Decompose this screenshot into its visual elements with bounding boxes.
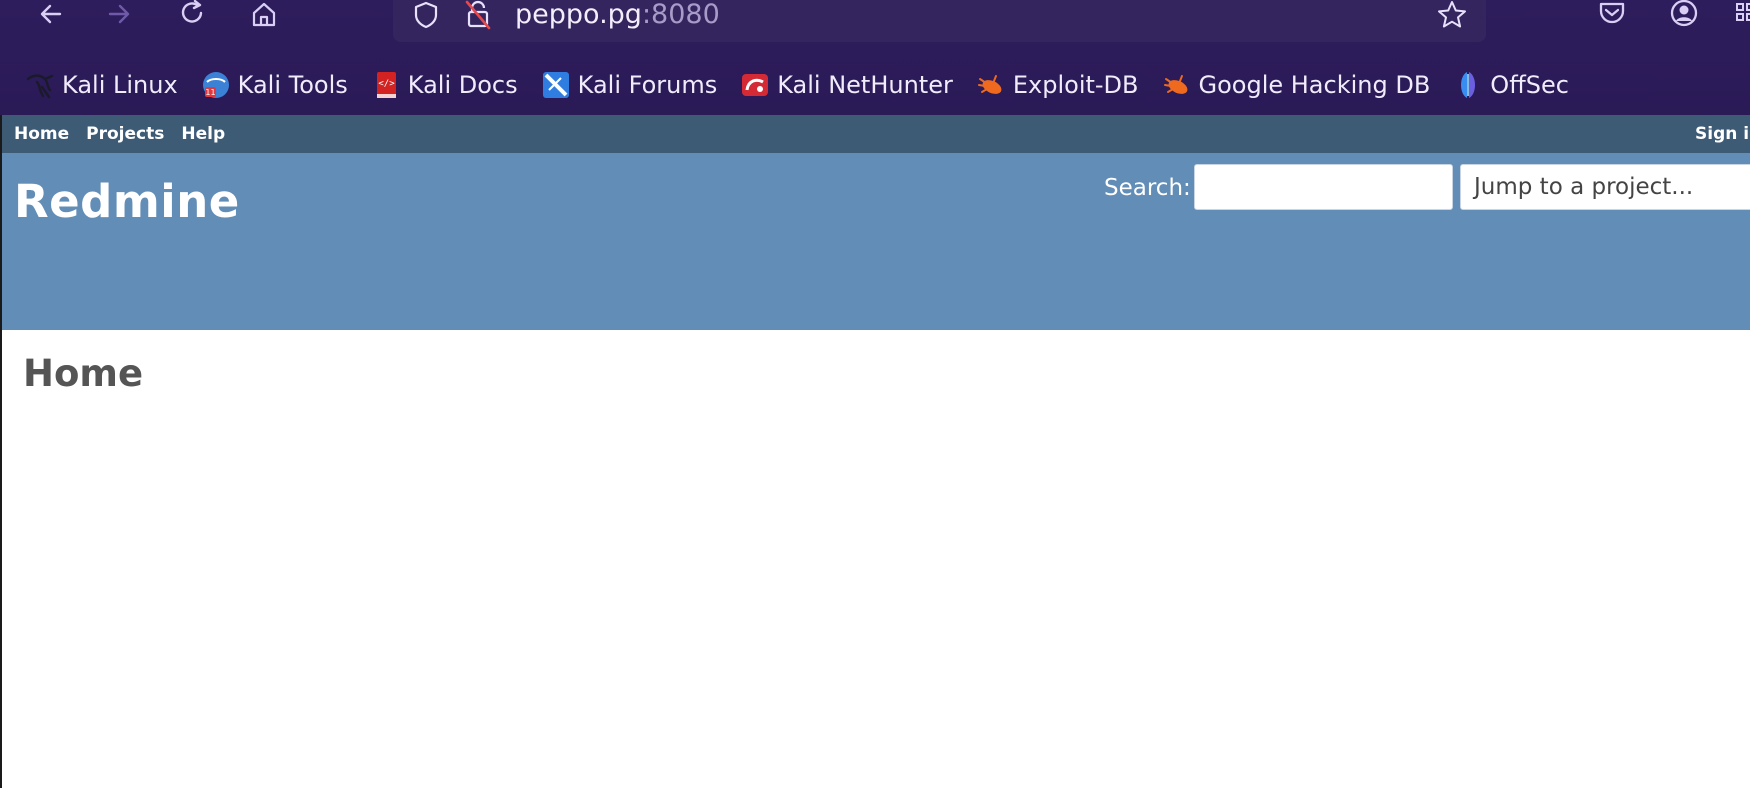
top-menu-help-link[interactable]: Help [181,124,225,144]
bookmark-kali-linux[interactable]: Kali Linux [14,64,178,106]
top-menu: Home Projects Help Sign in [0,115,1750,153]
bookmark-label: OffSec [1490,71,1569,99]
bookmark-kali-nethunter[interactable]: Kali NetHunter [729,64,953,106]
bookmark-label: Kali Forums [577,71,718,99]
page-header: Redmine Search: Jump to a project... [0,153,1750,330]
exploit-db-icon [975,69,1007,101]
bookmark-kali-tools[interactable]: 11 Kali Tools [190,64,348,106]
bookmark-label: Kali Docs [407,71,518,99]
bookmark-exploit-db[interactable]: Exploit-DB [965,64,1139,106]
search-label: Search: [1104,175,1191,201]
reload-button[interactable] [175,0,211,30]
url-host: peppo.pg [515,0,642,30]
offsec-icon [1452,69,1484,101]
bookmark-label: Kali Tools [237,71,348,99]
insecure-lock-icon[interactable] [461,0,495,32]
bookmark-label: Google Hacking DB [1198,71,1431,99]
url-bar[interactable]: peppo.pg:8080 [393,0,1486,42]
sign-in-link[interactable]: Sign in [1695,115,1750,153]
pocket-icon[interactable] [1595,0,1629,30]
top-menu-projects-link[interactable]: Projects [86,124,164,144]
project-jump-select[interactable]: Jump to a project... [1460,164,1750,210]
bookmark-google-hacking-db[interactable]: Google Hacking DB [1151,64,1431,106]
home-button[interactable] [246,0,282,30]
star-icon[interactable] [1435,0,1469,32]
bookmark-label: Kali NetHunter [777,71,953,99]
reload-icon [181,0,203,23]
arrow-left-icon [40,4,62,24]
bookmarks-toolbar: Kali Linux 11 Kali Tools </> Kali Docs K… [14,64,1581,106]
window-edge [0,115,2,788]
svg-text:</>: </> [378,79,395,89]
arrow-right-icon [108,4,130,24]
bookmark-label: Kali Linux [62,71,178,99]
shield-icon[interactable] [409,0,443,32]
kali-nethunter-icon [739,69,771,101]
bookmark-offsec[interactable]: OffSec [1442,64,1569,106]
page-title: Home [23,352,144,395]
bookmark-kali-forums[interactable]: Kali Forums [530,64,718,106]
url-text[interactable]: peppo.pg:8080 [515,0,720,30]
account-icon[interactable] [1667,0,1701,30]
browser-toolbar: peppo.pg:8080 Kali Linux 11 Kali Tools <… [0,0,1750,115]
url-port: :8080 [641,0,720,30]
kali-docs-icon: </> [370,69,402,101]
kali-tools-icon: 11 [200,69,232,101]
top-menu-home-link[interactable]: Home [14,124,69,144]
google-hacking-db-icon [1161,69,1193,101]
kali-dragon-icon [24,69,56,101]
search-input[interactable] [1194,164,1453,210]
site-title[interactable]: Redmine [14,175,240,228]
home-icon [252,2,276,27]
bookmark-label: Exploit-DB [1012,71,1139,99]
back-button[interactable] [32,0,68,30]
bookmark-kali-docs[interactable]: </> Kali Docs [360,64,518,106]
extensions-icon[interactable] [1733,0,1750,30]
svg-text:11: 11 [205,88,215,97]
kali-forums-icon [540,69,572,101]
forward-button[interactable] [102,0,138,30]
